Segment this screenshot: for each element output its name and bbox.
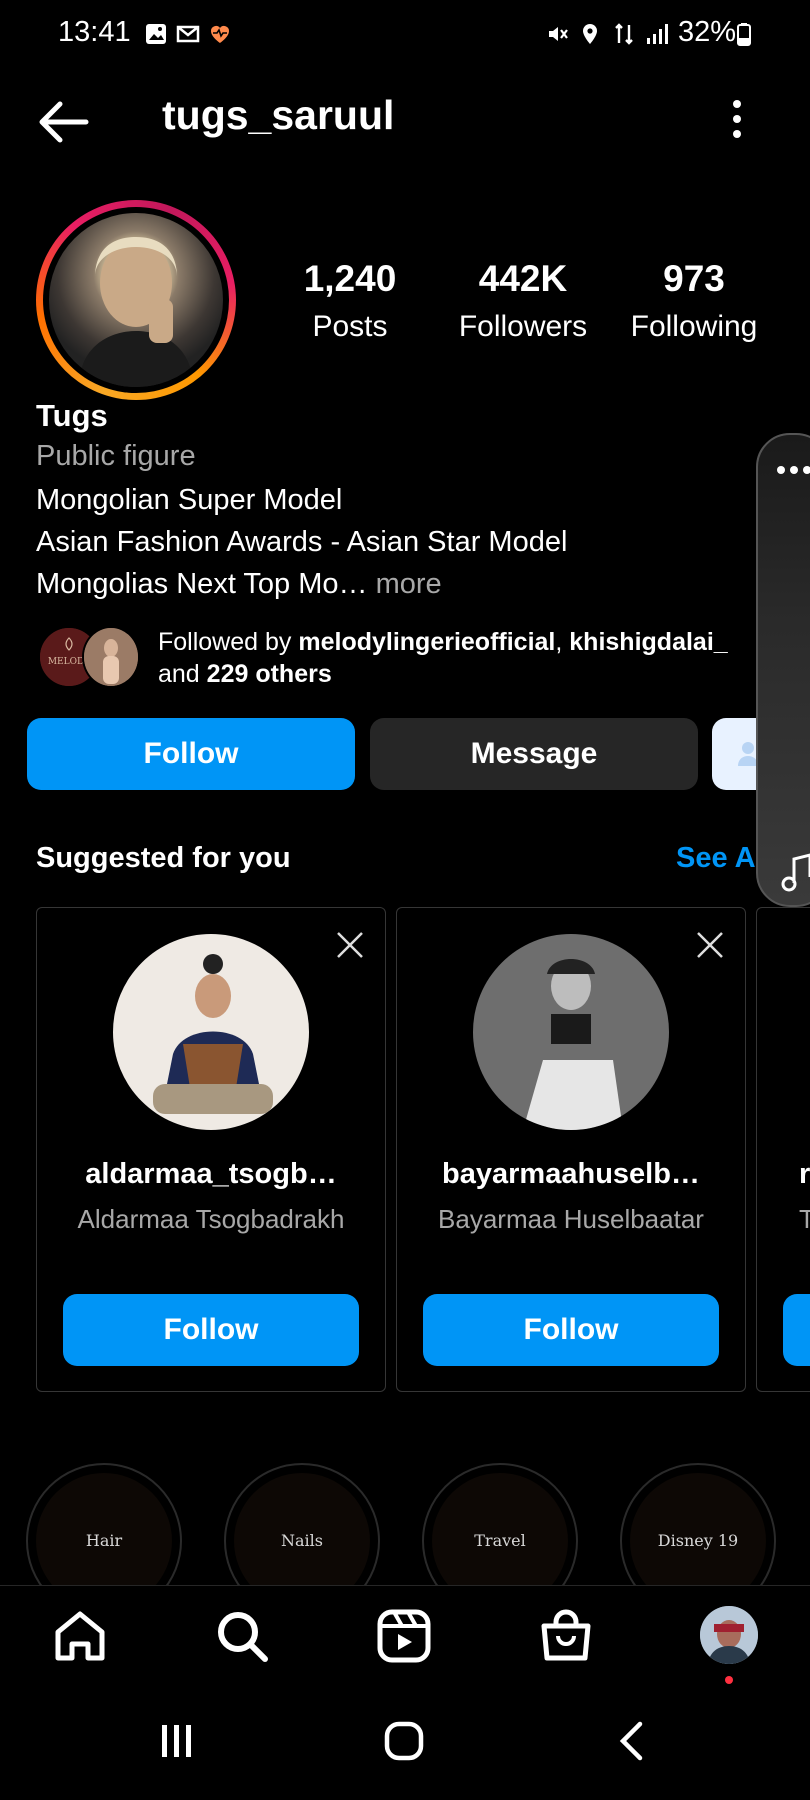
profile-username: tugs_saruul: [162, 92, 395, 138]
suggested-avatar[interactable]: [113, 934, 309, 1130]
music-note-icon[interactable]: [780, 853, 810, 893]
see-all-link[interactable]: See A: [676, 842, 756, 875]
floating-media-panel[interactable]: [756, 433, 810, 907]
profile-avatar[interactable]: [36, 200, 236, 400]
mutual-follower-avatar[interactable]: [82, 626, 140, 688]
suggested-username[interactable]: aldarmaa_tsogb…: [37, 1158, 385, 1191]
message-button[interactable]: Message: [370, 718, 698, 790]
suggested-fullname: T: [799, 1204, 810, 1235]
gallery-icon: [146, 24, 166, 44]
bio-line: Mongolian Super Model: [36, 484, 343, 516]
back-icon[interactable]: [618, 1721, 644, 1761]
recents-icon[interactable]: [160, 1723, 194, 1759]
suggested-card[interactable]: aldarmaa_tsogb… Aldarmaa Tsogbadrakh Fol…: [36, 907, 386, 1392]
back-arrow-icon[interactable]: [36, 100, 90, 144]
home-circle-icon[interactable]: [384, 1721, 424, 1761]
status-time: 13:41: [58, 16, 131, 48]
following-count: 973: [663, 258, 725, 299]
suggested-username[interactable]: bayarmaahuselb…: [397, 1158, 745, 1191]
followed-by-prefix: Followed by: [158, 628, 299, 656]
posts-count: 1,240: [303, 258, 397, 299]
health-icon: [211, 25, 229, 43]
battery-icon: [737, 23, 751, 46]
others-count[interactable]: 229 others: [207, 660, 332, 688]
suggested-follow-button[interactable]: [783, 1294, 810, 1366]
followers-count: 442K: [478, 258, 568, 299]
gmail-icon: [176, 25, 200, 43]
battery-percent: 32%: [678, 16, 737, 48]
panel-menu-icon[interactable]: [776, 465, 810, 475]
bottom-navigation: [0, 1585, 810, 1698]
notification-dot: [725, 1676, 733, 1684]
posts-label: Posts: [312, 310, 388, 343]
follow-button[interactable]: Follow: [27, 718, 355, 790]
reels-icon[interactable]: [376, 1608, 432, 1664]
suggested-follow-button[interactable]: Follow: [423, 1294, 719, 1366]
and-text: and: [158, 660, 207, 688]
signal-icon: [647, 24, 668, 44]
stat-followers[interactable]: 442K Followers: [443, 258, 603, 344]
profile-photo: [49, 213, 223, 387]
system-navigation-bar: [0, 1697, 810, 1800]
suggested-avatar[interactable]: [473, 934, 669, 1130]
suggested-follow-button[interactable]: Follow: [63, 1294, 359, 1366]
suggested-title: Suggested for you: [36, 842, 291, 874]
bio-line: Asian Fashion Awards - Asian Star Model: [36, 526, 568, 558]
home-icon[interactable]: [52, 1608, 108, 1664]
data-icon: [615, 23, 633, 45]
suggested-fullname: Bayarmaa Huselbaatar: [438, 1204, 704, 1234]
profile-category: Public figure: [36, 440, 196, 472]
search-icon[interactable]: [214, 1608, 270, 1664]
location-icon: [583, 24, 597, 44]
followed-by-text[interactable]: Followed by melodylingerieofficial, khis…: [158, 626, 758, 690]
mute-icon: [549, 27, 568, 41]
stat-posts[interactable]: 1,240 Posts: [270, 258, 430, 344]
bio-line-truncated: Mongolias Next Top Mo… more: [36, 568, 442, 601]
dismiss-icon[interactable]: [695, 930, 725, 960]
bio-line: Mongolias Next Top Mo…: [36, 568, 368, 600]
separator: ,: [555, 628, 570, 656]
suggested-fullname: Aldarmaa Tsogbadrakh: [77, 1204, 345, 1234]
profile-avatar-nav[interactable]: [700, 1606, 758, 1664]
mutual-username[interactable]: khishigdalai_: [569, 628, 727, 656]
profile-name: Tugs: [36, 398, 108, 433]
suggested-card-partial[interactable]: r T: [756, 907, 810, 1392]
suggested-card[interactable]: bayarmaahuselb… Bayarmaa Huselbaatar Fol…: [396, 907, 746, 1392]
bio-more-link[interactable]: more: [368, 568, 442, 600]
following-label: Following: [630, 310, 758, 343]
followers-label: Followers: [458, 310, 588, 343]
shop-icon[interactable]: [538, 1608, 594, 1664]
more-options-icon[interactable]: [730, 98, 744, 140]
suggested-username[interactable]: r: [799, 1158, 810, 1191]
dismiss-icon[interactable]: [335, 930, 365, 960]
stat-following[interactable]: 973 Following: [614, 258, 774, 344]
mutual-username[interactable]: melodylingerieofficial: [298, 628, 555, 656]
